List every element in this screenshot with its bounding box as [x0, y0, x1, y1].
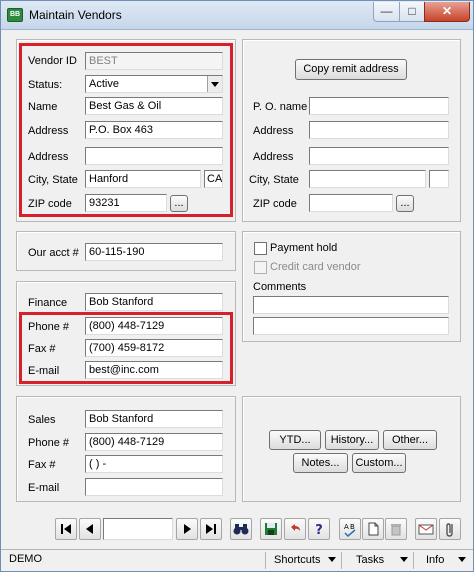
- sales-phone-field[interactable]: (800) 448-7129: [85, 433, 223, 451]
- new-document-icon: [368, 522, 379, 536]
- remit-address1-label: Address: [253, 125, 294, 137]
- svg-text:?: ?: [315, 523, 323, 538]
- title-bar: BB Maintain Vendors — □ ✕: [1, 1, 473, 30]
- payment-hold-label: Payment hold: [270, 242, 338, 254]
- chevron-down-icon: [458, 557, 466, 562]
- remit-zip-label: ZIP code: [253, 198, 297, 210]
- close-icon[interactable]: ✕: [424, 2, 470, 22]
- comments-field-1[interactable]: [253, 296, 449, 314]
- help-icon: ?: [315, 523, 323, 538]
- sales-fax-label: Fax #: [28, 459, 56, 471]
- svg-text:A: A: [344, 523, 349, 531]
- paperclip-icon: [446, 523, 453, 537]
- ytd-button[interactable]: YTD...: [269, 430, 321, 450]
- save-button[interactable]: [260, 518, 282, 540]
- last-record-button[interactable]: [200, 518, 222, 540]
- undo-icon: [291, 524, 300, 531]
- remit-state-field[interactable]: [429, 170, 449, 188]
- finance-label: Finance: [28, 297, 68, 309]
- binoculars-icon: [233, 524, 249, 535]
- custom-button[interactable]: Custom...: [352, 453, 406, 473]
- previous-record-button[interactable]: [79, 518, 101, 540]
- remit-address2-label: Address: [253, 151, 294, 163]
- notes-button[interactable]: Notes...: [293, 453, 348, 473]
- sales-contact-field[interactable]: Bob Stanford: [85, 410, 223, 428]
- remit-zip-field[interactable]: [309, 194, 393, 212]
- new-record-button[interactable]: [362, 518, 384, 540]
- sales-fax-field[interactable]: ( ) -: [85, 455, 223, 473]
- po-name-field[interactable]: [309, 97, 449, 115]
- info-menu[interactable]: Info: [413, 552, 471, 569]
- find-button[interactable]: [230, 518, 252, 540]
- first-record-icon: [61, 524, 71, 534]
- copy-remit-address-button[interactable]: Copy remit address: [295, 59, 407, 80]
- help-button[interactable]: ?: [308, 518, 330, 540]
- our-acct-field[interactable]: 60-115-190: [85, 243, 223, 261]
- minimize-icon[interactable]: —: [373, 2, 400, 22]
- credit-card-vendor-checkbox[interactable]: [254, 261, 267, 274]
- undo-button[interactable]: [284, 518, 306, 540]
- remit-zip-lookup-button[interactable]: ...: [396, 195, 414, 212]
- attach-button[interactable]: [439, 518, 461, 540]
- other-button[interactable]: Other...: [383, 430, 437, 450]
- save-icon: [265, 523, 277, 535]
- maintain-vendors-window: BB Maintain Vendors — □ ✕ Vendor ID BEST…: [0, 0, 474, 572]
- tasks-label: Tasks: [356, 554, 385, 566]
- last-record-icon: [206, 524, 216, 534]
- shortcuts-label: Shortcuts: [274, 554, 321, 566]
- credit-card-vendor-label: Credit card vendor: [270, 261, 361, 273]
- record-search-field[interactable]: [103, 518, 173, 540]
- comments-label: Comments: [253, 281, 307, 293]
- email-button[interactable]: [415, 518, 437, 540]
- window-title: Maintain Vendors: [29, 8, 122, 22]
- app-logo-icon: BB: [7, 8, 23, 22]
- next-record-button[interactable]: [176, 518, 198, 540]
- info-label: Info: [426, 554, 445, 566]
- trash-icon: [391, 524, 401, 536]
- sales-email-field[interactable]: [85, 478, 223, 496]
- remit-address2-field[interactable]: [309, 147, 449, 165]
- comments-field-2[interactable]: [253, 317, 449, 335]
- sales-email-label: E-mail: [28, 482, 60, 494]
- remit-address1-field[interactable]: [309, 121, 449, 139]
- chevron-down-icon: [328, 557, 336, 562]
- our-acct-label: Our acct #: [28, 247, 79, 259]
- first-record-button[interactable]: [55, 518, 77, 540]
- tasks-menu[interactable]: Tasks: [341, 552, 413, 569]
- previous-record-icon: [86, 524, 93, 534]
- next-record-icon: [184, 524, 191, 534]
- envelope-icon: [418, 524, 434, 535]
- finance-contact-highlight: [19, 312, 233, 384]
- shortcuts-menu[interactable]: Shortcuts: [265, 552, 341, 569]
- company-status: DEMO: [9, 553, 42, 565]
- maximize-icon[interactable]: □: [399, 2, 425, 22]
- spell-check-button[interactable]: AB: [339, 518, 361, 540]
- sales-phone-label: Phone #: [28, 437, 69, 449]
- sales-label: Sales: [28, 414, 56, 426]
- remit-city-state-label: City, State: [249, 174, 299, 186]
- status-bar: DEMO Shortcuts Tasks Info: [1, 549, 473, 571]
- vendor-address-highlight: [19, 43, 233, 217]
- delete-button[interactable]: [385, 518, 407, 540]
- payment-hold-checkbox[interactable]: [254, 242, 267, 255]
- history-button[interactable]: History...: [325, 430, 379, 450]
- remit-city-field[interactable]: [309, 170, 426, 188]
- spell-check-icon: AB: [344, 523, 356, 538]
- chevron-down-icon: [400, 557, 408, 562]
- po-name-label: P. O. name: [253, 101, 308, 113]
- finance-contact-field[interactable]: Bob Stanford: [85, 293, 223, 311]
